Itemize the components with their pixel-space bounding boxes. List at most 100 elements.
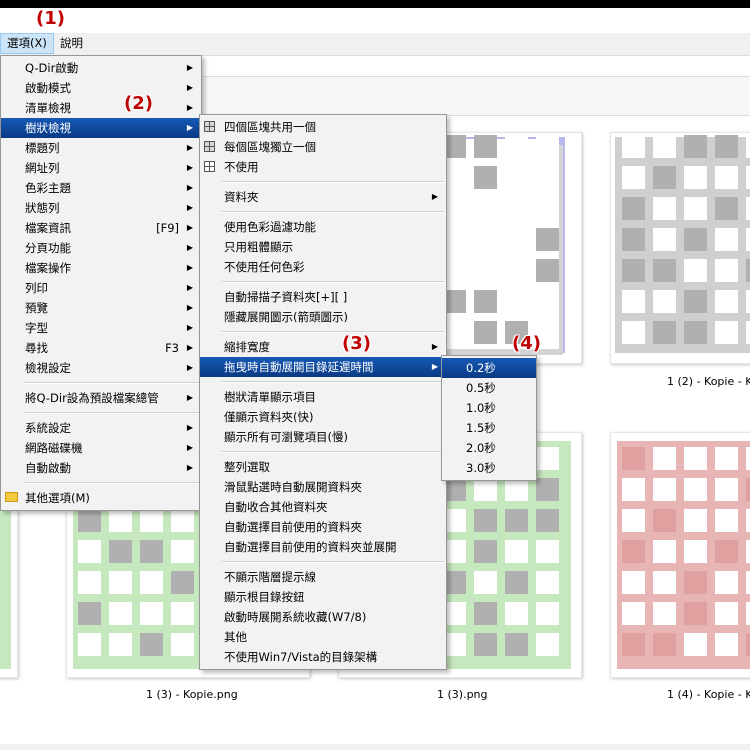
pattern-cell: [109, 571, 132, 594]
menu-item-autostart[interactable]: 自動啟動 ▶: [1, 458, 201, 478]
menu-item-color-theme[interactable]: 色彩主題 ▶: [1, 178, 201, 198]
pattern-cell: [746, 228, 750, 251]
file-caption[interactable]: 1 (3).png: [437, 688, 488, 701]
menu-item-list-view[interactable]: 清單檢視 ▶: [1, 98, 201, 118]
menu-item-qdir-startup[interactable]: Q-Dir啟動 ▶: [1, 58, 201, 78]
menu-item-address-bar[interactable]: 網址列 ▶: [1, 158, 201, 178]
pattern-cell: [171, 509, 194, 532]
menu-item-auto-select-expand[interactable]: 自動選擇目前使用的資料夾並展開: [200, 537, 446, 557]
pattern-cell: [505, 571, 528, 594]
menu-item-font[interactable]: 字型 ▶: [1, 318, 201, 338]
menu-item-scan-subfolders[interactable]: 自動掃描子資料夾[+][ ]: [200, 287, 446, 307]
file-caption[interactable]: 1 (4) - Kopie - K: [667, 688, 750, 701]
menu-item-print[interactable]: 列印 ▶: [1, 278, 201, 298]
menu-item-drag-expand-delay[interactable]: 拖曳時自動展開目錄延遲時間 ▶: [200, 357, 446, 377]
file-caption[interactable]: 1 (2) - Kopie - K: [667, 375, 750, 388]
menu-item-title-bar[interactable]: 標題列 ▶: [1, 138, 201, 158]
menu-item-folder[interactable]: 資料夾 ▶: [200, 187, 446, 207]
menu-item-file-info[interactable]: 檔案資訊 [F9] ▶: [1, 218, 201, 238]
menu-item-other-options[interactable]: 其他選項(M): [1, 488, 201, 508]
menu-item-tree-view[interactable]: 樹狀檢視 ▶: [1, 118, 201, 138]
menu-item-label: 網路磁碟機: [25, 441, 83, 455]
pattern-cell: [536, 135, 559, 158]
pattern-cell: [474, 135, 497, 158]
menu-item-view-settings[interactable]: 檢視設定 ▶: [1, 358, 201, 378]
menu-item-no-tree[interactable]: 不使用: [200, 157, 446, 177]
menu-item-auto-select[interactable]: 自動選擇目前使用的資料夾: [200, 517, 446, 537]
menu-item-tree-display-items[interactable]: 樹狀清單顯示項目: [200, 387, 446, 407]
menu-item-shared-tree[interactable]: 四個區塊共用一個: [200, 117, 446, 137]
menu-item-find[interactable]: 尋找 F3 ▶: [1, 338, 201, 358]
pattern-cell: [746, 602, 750, 625]
menu-separator: [222, 211, 444, 213]
menu-item-label: 將Q-Dir設為預設檔案總管: [25, 391, 159, 405]
pattern-cell: [684, 571, 707, 594]
pattern-cell: [715, 259, 738, 282]
menu-options[interactable]: 選項(X): [0, 33, 54, 54]
submenu-arrow-icon: ▶: [186, 263, 193, 272]
delay-submenu: 0.2秒 0.5秒 1.0秒 1.5秒 2.0秒 3.0秒: [441, 355, 537, 481]
menu-item-label: 2.0秒: [466, 441, 496, 455]
menu-item-delay-1-5[interactable]: 1.5秒: [442, 418, 536, 438]
pattern-cell: [474, 540, 497, 563]
menu-item-other[interactable]: 其他: [200, 627, 446, 647]
pattern-cell: [536, 228, 559, 251]
pattern-cell: [622, 197, 645, 220]
menu-item-click-expand[interactable]: 滑鼠點選時自動展開資料夾: [200, 477, 446, 497]
menu-item-auto-collapse[interactable]: 自動收合其他資料夾: [200, 497, 446, 517]
menu-item-set-default[interactable]: 將Q-Dir設為預設檔案總管 ▶: [1, 388, 201, 408]
menu-help[interactable]: 說明: [54, 33, 89, 54]
menu-item-delay-1-0[interactable]: 1.0秒: [442, 398, 536, 418]
menu-item-tabs[interactable]: 分頁功能 ▶: [1, 238, 201, 258]
pattern-cell: [684, 602, 707, 625]
pattern-cell: [715, 602, 738, 625]
menu-item-full-row-select[interactable]: 整列選取: [200, 457, 446, 477]
menu-item-hide-expand-icon[interactable]: 隱藏展開圖示(箭頭圖示): [200, 307, 446, 327]
menu-item-delay-2-0[interactable]: 2.0秒: [442, 438, 536, 458]
menu-item-root-button[interactable]: 顯示根目錄按鈕: [200, 587, 446, 607]
pattern-cell: [746, 197, 750, 220]
menu-item-bold-only[interactable]: 只用粗體顯示: [200, 237, 446, 257]
menu-item-no-win7-structure[interactable]: 不使用Win7/Vista的目錄架構: [200, 647, 446, 667]
pattern-cell: [171, 633, 194, 656]
menu-item-indent-width[interactable]: 縮排寬度 ▶: [200, 337, 446, 357]
menu-separator: [222, 451, 444, 453]
pattern-cell: [622, 228, 645, 251]
menu-item-file-ops[interactable]: 檔案操作 ▶: [1, 258, 201, 278]
step-marker-2: (2): [124, 93, 153, 114]
pattern-cell: [505, 290, 528, 313]
menu-item-network-drive[interactable]: 網路磁碟機 ▶: [1, 438, 201, 458]
menu-item-label: 分頁功能: [25, 241, 71, 255]
menu-item-no-lines[interactable]: 不顯示階層提示線: [200, 567, 446, 587]
pattern-cell: [474, 478, 497, 501]
pattern-cell: [653, 478, 676, 501]
file-caption[interactable]: 1 (3) - Kopie.png: [146, 688, 238, 701]
menu-item-expand-favorites[interactable]: 啟動時展開系統收藏(W7/8): [200, 607, 446, 627]
pattern-cell: [622, 602, 645, 625]
step-marker-3: (3): [342, 333, 371, 354]
pattern-cell: [171, 602, 194, 625]
pattern-cell: [653, 602, 676, 625]
pattern-cell: [505, 259, 528, 282]
menu-item-no-color[interactable]: 不使用任何色彩: [200, 257, 446, 277]
menu-item-all-items[interactable]: 顯示所有可瀏覽項目(慢): [200, 427, 446, 447]
menu-item-label: 啟動時展開系統收藏(W7/8): [224, 610, 367, 624]
menu-item-color-filter[interactable]: 使用色彩過濾功能: [200, 217, 446, 237]
menu-item-folders-only[interactable]: 僅顯示資料夾(快): [200, 407, 446, 427]
address-bar[interactable]: [200, 56, 750, 77]
options-menu: Q-Dir啟動 ▶ 啟動模式 ▶ 清單檢視 ▶ 樹狀檢視 ▶ 標題列 ▶ 網址列 ▶ 色彩主…: [0, 55, 202, 511]
menu-item-delay-0-2[interactable]: 0.2秒: [442, 358, 536, 378]
horizontal-scrollbar[interactable]: [0, 744, 750, 750]
menu-item-shortcut: [F9]: [156, 221, 179, 235]
pattern-cell: [109, 509, 132, 532]
menu-item-delay-3-0[interactable]: 3.0秒: [442, 458, 536, 478]
submenu-arrow-icon: ▶: [186, 103, 193, 112]
menu-item-startup-mode[interactable]: 啟動模式 ▶: [1, 78, 201, 98]
menu-item-delay-0-5[interactable]: 0.5秒: [442, 378, 536, 398]
menu-item-label: 標題列: [25, 141, 60, 155]
menu-item-label: 檔案操作: [25, 261, 71, 275]
menu-item-status-bar[interactable]: 狀態列 ▶: [1, 198, 201, 218]
menu-item-preview[interactable]: 預覽 ▶: [1, 298, 201, 318]
menu-item-separate-tree[interactable]: 每個區塊獨立一個: [200, 137, 446, 157]
menu-item-system-settings[interactable]: 系統設定 ▶: [1, 418, 201, 438]
